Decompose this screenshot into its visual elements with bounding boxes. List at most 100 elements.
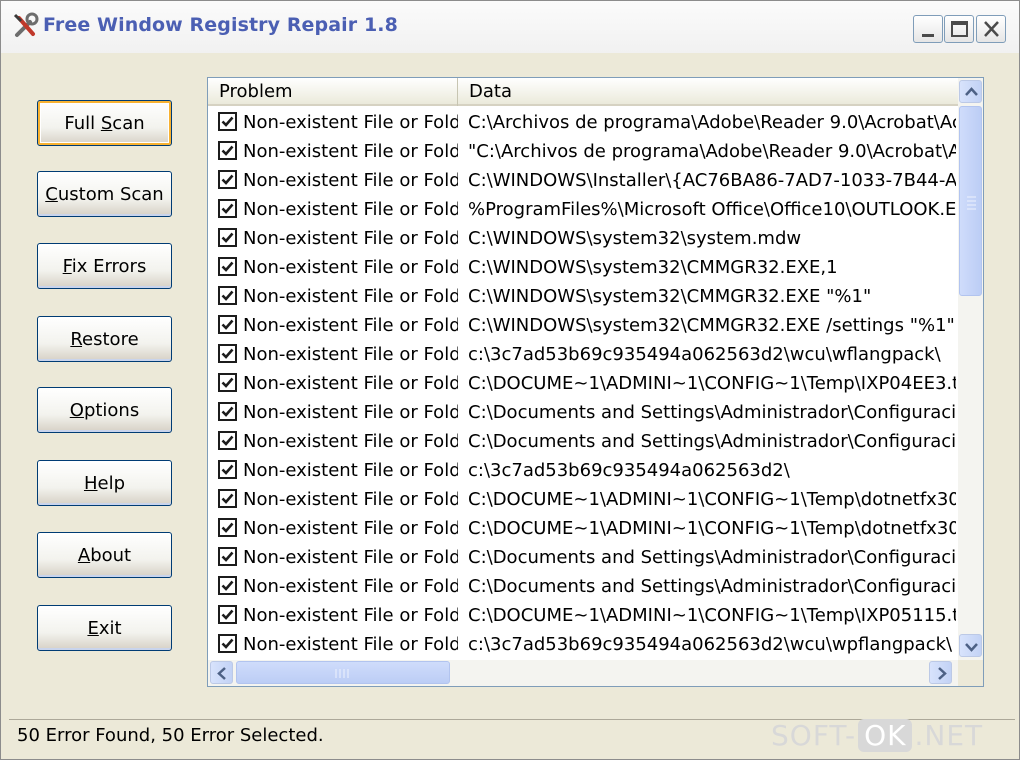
close-button[interactable]	[976, 15, 1006, 43]
mnemonic-letter: H	[83, 472, 98, 494]
table-row[interactable]: Non-existent File or Folder C:\Documents …	[208, 398, 958, 427]
row-checkbox[interactable]	[218, 431, 237, 450]
table-row[interactable]: Non-existent File or Folder c:\3c7ad53b69…	[208, 340, 958, 369]
row-checkbox[interactable]	[218, 170, 237, 189]
row-checkbox[interactable]	[218, 112, 237, 131]
exit-button[interactable]: Exit	[37, 605, 172, 651]
row-checkbox[interactable]	[218, 344, 237, 363]
scroll-right-button[interactable]	[929, 661, 952, 684]
row-checkbox[interactable]	[218, 228, 237, 247]
cell-data: c:\3c7ad53b69c935494a062563d2\wcu\wpflan…	[468, 634, 953, 655]
results-list[interactable]: Problem Data Non-existent File or Folder…	[207, 77, 984, 687]
maximize-button[interactable]	[944, 15, 974, 43]
cell-problem: Non-existent File or Folder	[243, 576, 458, 597]
checkmark-icon	[221, 551, 234, 562]
checkmark-icon	[221, 145, 234, 156]
app-window: Free Window Registry Repair 1.8 Full Sca…	[0, 0, 1020, 760]
checkmark-icon	[221, 377, 234, 388]
table-row[interactable]: Non-existent File or Folder C:\DOCUME~1\A…	[208, 485, 958, 514]
table-row[interactable]: Non-existent File or Folder C:\WINDOWS\sy…	[208, 253, 958, 282]
checkmark-icon	[221, 290, 234, 301]
table-row[interactable]: Non-existent File or Folder %ProgramFiles…	[208, 195, 958, 224]
fix-errors-button[interactable]: Fix Errors	[37, 243, 172, 289]
table-row[interactable]: Non-existent File or Folder C:\DOCUME~1\A…	[208, 369, 958, 398]
help-button[interactable]: Help	[37, 460, 172, 506]
custom-scan-label: Custom Scan	[45, 183, 164, 205]
cell-data: C:\Archivos de programa\Adobe\Reader 9.0…	[468, 112, 956, 133]
table-row[interactable]: Non-existent File or Folder "C:\Archivos …	[208, 137, 958, 166]
table-row[interactable]: Non-existent File or Folder C:\DOCUME~1\A…	[208, 514, 958, 543]
restore-button[interactable]: Restore	[37, 316, 172, 362]
column-header-problem[interactable]: Problem	[208, 78, 458, 106]
table-row[interactable]: Non-existent File or Folder C:\Archivos d…	[208, 108, 958, 137]
scroll-down-button[interactable]	[959, 634, 982, 657]
row-checkbox[interactable]	[218, 460, 237, 479]
row-checkbox[interactable]	[218, 257, 237, 276]
vertical-scrollbar[interactable]	[958, 78, 983, 660]
cell-problem: Non-existent File or Folder	[243, 228, 458, 249]
vertical-scroll-thumb[interactable]	[959, 106, 982, 296]
close-icon	[984, 21, 999, 37]
grip-icon	[967, 196, 976, 210]
table-row[interactable]: Non-existent File or Folder C:\DOCUME~1\A…	[208, 601, 958, 630]
checkmark-icon	[221, 232, 234, 243]
table-row[interactable]: Non-existent File or Folder C:\Documents …	[208, 543, 958, 572]
minimize-icon	[922, 34, 934, 37]
cell-data: %ProgramFiles%\Microsoft Office\Office10…	[468, 199, 956, 220]
cell-data: C:\WINDOWS\system32\CMMGR32.EXE "%1"	[468, 286, 872, 307]
table-row[interactable]: Non-existent File or Folder c:\3c7ad53b69…	[208, 630, 958, 658]
cell-problem: Non-existent File or Folder	[243, 344, 458, 365]
row-checkbox[interactable]	[218, 518, 237, 537]
table-row[interactable]: Non-existent File or Folder C:\Documents …	[208, 572, 958, 601]
table-row[interactable]: Non-existent File or Folder C:\WINDOWS\sy…	[208, 282, 958, 311]
row-checkbox[interactable]	[218, 286, 237, 305]
horizontal-scrollbar[interactable]	[208, 660, 958, 686]
scroll-up-button[interactable]	[959, 80, 982, 103]
checkmark-icon	[221, 609, 234, 620]
row-checkbox[interactable]	[218, 576, 237, 595]
options-label: Options	[69, 399, 140, 421]
row-checkbox[interactable]	[218, 634, 237, 653]
table-row[interactable]: Non-existent File or Folder C:\WINDOWS\In…	[208, 166, 958, 195]
maximize-icon	[951, 21, 968, 37]
row-checkbox[interactable]	[218, 315, 237, 334]
cell-data: c:\3c7ad53b69c935494a062563d2\wcu\wflang…	[468, 344, 941, 365]
cell-problem: Non-existent File or Folder	[243, 286, 458, 307]
checkmark-icon	[221, 638, 234, 649]
cell-data: C:\WINDOWS\system32\CMMGR32.EXE,1	[468, 257, 838, 278]
full-scan-button[interactable]: Full Scan	[37, 100, 172, 146]
cell-data: C:\WINDOWS\system32\CMMGR32.EXE /setting…	[468, 315, 955, 336]
minimize-button[interactable]	[913, 15, 943, 43]
checkmark-icon	[221, 580, 234, 591]
row-checkbox[interactable]	[218, 547, 237, 566]
custom-scan-button[interactable]: Custom Scan	[37, 171, 172, 217]
table-row[interactable]: Non-existent File or Folder c:\3c7ad53b69…	[208, 456, 958, 485]
chevron-left-icon	[217, 667, 226, 680]
checkmark-icon	[221, 174, 234, 185]
chevron-up-icon	[965, 87, 978, 96]
table-row[interactable]: Non-existent File or Folder C:\WINDOWS\sy…	[208, 311, 958, 340]
row-checkbox[interactable]	[218, 402, 237, 421]
cell-problem: Non-existent File or Folder	[243, 518, 458, 539]
row-checkbox[interactable]	[218, 141, 237, 160]
list-header: Problem Data	[208, 78, 958, 106]
about-button[interactable]: About	[37, 532, 172, 578]
cell-data: C:\DOCUME~1\ADMINI~1\CONFIG~1\Temp\IXP05…	[468, 605, 956, 626]
cell-problem: Non-existent File or Folder	[243, 634, 458, 655]
cell-problem: Non-existent File or Folder	[243, 373, 458, 394]
horizontal-scroll-thumb[interactable]	[236, 661, 450, 684]
cell-data: C:\Documents and Settings\Administrador\…	[468, 547, 956, 568]
row-checkbox[interactable]	[218, 373, 237, 392]
mnemonic-letter: O	[69, 399, 84, 421]
table-row[interactable]: Non-existent File or Folder C:\Documents …	[208, 427, 958, 456]
scroll-left-button[interactable]	[210, 661, 233, 684]
options-button[interactable]: Options	[37, 387, 172, 433]
row-checkbox[interactable]	[218, 605, 237, 624]
fix-errors-label: Fix Errors	[62, 255, 147, 277]
row-checkbox[interactable]	[218, 199, 237, 218]
watermark-prefix: SOFT-	[771, 719, 857, 752]
column-header-data[interactable]: Data	[458, 78, 958, 106]
table-row[interactable]: Non-existent File or Folder C:\WINDOWS\sy…	[208, 224, 958, 253]
title-bar[interactable]: Free Window Registry Repair 1.8	[1, 1, 1019, 53]
row-checkbox[interactable]	[218, 489, 237, 508]
